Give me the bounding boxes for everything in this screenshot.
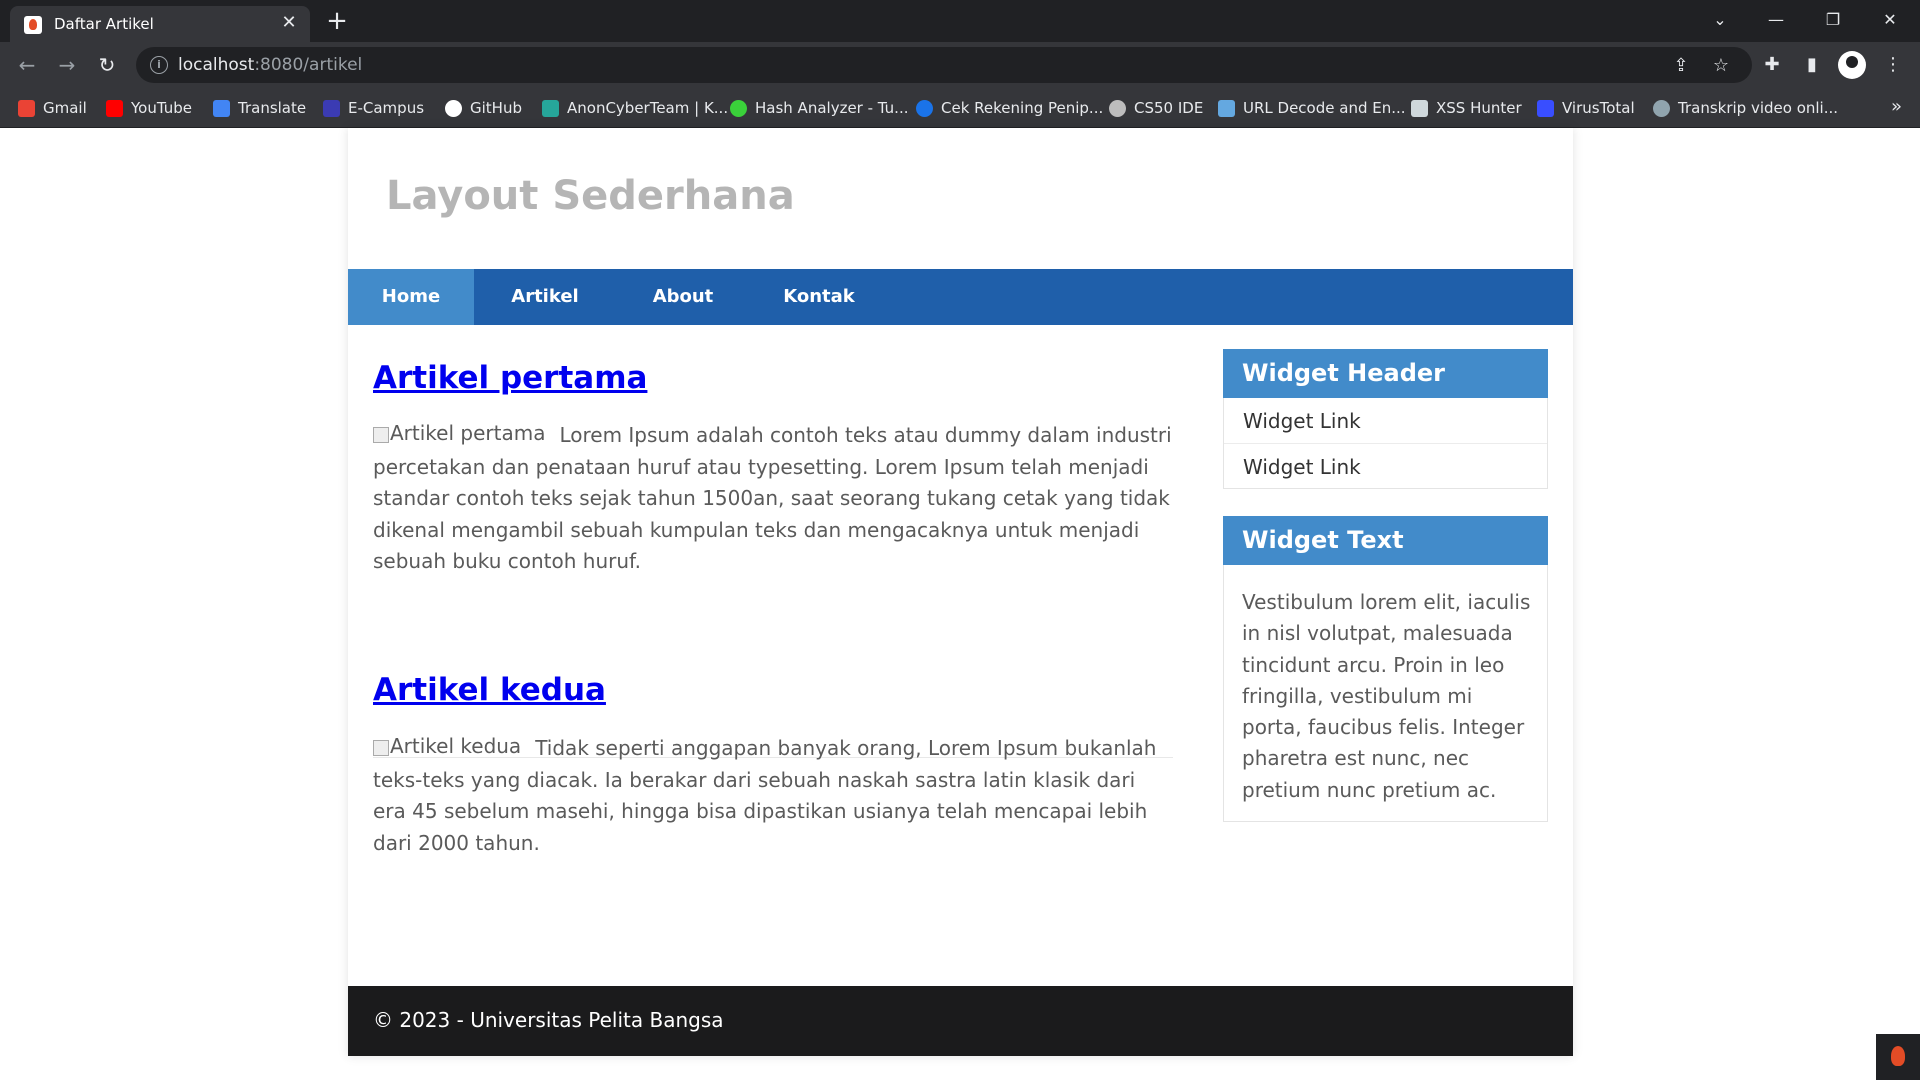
bookmark-label: URL Decode and En... [1243,99,1406,117]
bookmark-virustotal[interactable]: VirusTotal [1537,97,1635,119]
bookmark-label: XSS Hunter [1436,99,1522,117]
site-info-icon[interactable]: i [150,56,168,74]
side-panel-icon[interactable]: ▮ [1797,50,1827,80]
close-tab-icon[interactable]: ✕ [278,12,300,34]
bookmark-label: Hash Analyzer - Tu... [755,99,909,117]
bookmark-xss-hunter[interactable]: XSS Hunter [1411,97,1522,119]
share-icon[interactable]: ⇪ [1668,53,1694,79]
widget-text-body: Vestibulum lorem elit, iaculis in nisl v… [1242,590,1531,802]
article-body: Artikel pertama Lorem Ipsum adalah contoh… [373,420,1173,578]
bookmark-gmail[interactable]: Gmail [18,97,87,119]
bookmark-label: CS50 IDE [1134,99,1204,117]
bookmark-translate[interactable]: Translate [213,97,306,119]
nav-kontak[interactable]: Kontak [750,269,888,325]
ecampus-icon [323,99,340,117]
widget-header: Widget Header [1223,349,1548,398]
bookmark-github[interactable]: GitHub [445,97,522,119]
more-bookmarks-icon[interactable]: » [1891,96,1902,117]
nav-artikel[interactable]: Artikel [474,269,616,325]
browser-tab[interactable]: Daftar Artikel ✕ [10,6,310,42]
bookmark-youtube[interactable]: YouTube [106,97,192,119]
bookmark-anoncyberteam[interactable]: AnonCyberTeam | K... [542,97,728,119]
bookmark-label: Translate [238,99,307,117]
image-alt-text: Artikel pertama [390,421,546,445]
page-footer: © 2023 - Universitas Pelita Bangsa [348,986,1573,1056]
tab-search-dropdown-icon[interactable]: ⌄ [1700,6,1740,34]
hash-analyzer-icon [730,99,747,117]
bookmark-label: VirusTotal [1562,99,1635,117]
nav-home[interactable]: Home [348,269,474,325]
article-image: Artikel pertama [373,420,545,446]
widget-text-header: Widget Text [1223,516,1548,565]
codeigniter-favicon-icon [24,16,42,34]
profile-avatar[interactable] [1838,51,1866,79]
footer-copyright: © 2023 - Universitas Pelita Bangsa [373,1008,724,1032]
back-arrow-icon[interactable]: ← [12,50,42,80]
bookmark-transkrip[interactable]: Transkrip video onli... [1653,97,1838,119]
bookmark-label: Transkrip video onli... [1678,99,1839,117]
article-image: Artikel kedua [373,733,521,759]
transkrip-icon [1653,99,1670,117]
article-title-link[interactable]: Artikel kedua [373,672,606,708]
widget-link[interactable]: Widget Link [1224,398,1547,444]
youtube-icon [106,99,123,117]
minimize-window-button[interactable]: — [1756,6,1796,34]
restore-window-button[interactable]: ❐ [1813,6,1853,34]
virustotal-icon [1537,99,1554,117]
browser-toolbar: ← → ↻ i localhost:8080/artikel ⇪ ☆ ✚ ▮ ⋮ [0,42,1920,88]
site-title: Layout Sederhana [386,173,795,219]
reload-icon[interactable]: ↻ [92,50,122,80]
gmail-icon [18,99,35,117]
broken-image-icon [373,426,389,443]
cek-rekening-icon [916,99,933,117]
bookmark-label: GitHub [470,99,522,117]
address-url[interactable]: localhost:8080/artikel [178,55,362,75]
bookmark-label: AnonCyberTeam | K... [567,99,729,117]
bookmarks-bar: Gmail YouTube Translate E-Campus GitHub … [0,88,1920,128]
image-alt-text: Artikel kedua [390,734,522,758]
bookmark-label: E-Campus [348,99,425,117]
widget-links: Widget Header Widget Link Widget Link [1223,349,1548,489]
close-window-button[interactable]: ✕ [1870,6,1910,34]
bookmark-cs50-ide[interactable]: CS50 IDE [1109,97,1203,119]
translate-icon [213,99,230,117]
article-title-link[interactable]: Artikel pertama [373,360,647,396]
bookmark-url-decode[interactable]: URL Decode and En... [1218,97,1406,119]
address-bar[interactable]: i localhost:8080/artikel ⇪ ☆ [136,47,1752,83]
bookmark-cek-rekening[interactable]: Cek Rekening Penip... [916,97,1103,119]
url-path: :8080/artikel [254,55,363,75]
bookmark-label: Gmail [43,99,87,117]
forward-arrow-icon[interactable]: → [52,50,82,80]
browser-tab-strip: Daftar Artikel ✕ + ⌄ — ❐ ✕ [0,0,1920,42]
nav-about[interactable]: About [616,269,750,325]
widget-text: Widget Text Vestibulum lorem elit, iacul… [1223,516,1548,822]
bookmark-star-icon[interactable]: ☆ [1708,53,1734,79]
extensions-puzzle-icon[interactable]: ✚ [1757,50,1787,80]
url-host: localhost [178,55,255,75]
cs50-icon [1109,99,1126,117]
new-tab-button[interactable]: + [322,7,352,35]
tab-title: Daftar Artikel [54,15,154,33]
broken-image-icon [373,739,389,756]
bookmark-label: YouTube [131,99,192,117]
bookmark-ecampus[interactable]: E-Campus [323,97,424,119]
codeigniter-debug-toolbar-icon[interactable] [1876,1034,1920,1080]
bookmark-label: Cek Rekening Penip... [941,99,1104,117]
xss-hunter-icon [1411,99,1428,117]
github-icon [445,99,462,117]
bookmark-hash-analyzer[interactable]: Hash Analyzer - Tu... [730,97,908,119]
anoncyberteam-icon [542,99,559,117]
article-body: Artikel kedua Tidak seperti anggapan bany… [373,733,1173,859]
url-decode-icon [1218,99,1235,117]
page-container: Layout Sederhana Home Artikel About Kont… [348,128,1573,1056]
widget-link[interactable]: Widget Link [1224,444,1547,490]
main-nav: Home Artikel About Kontak [348,269,1573,325]
chrome-menu-icon[interactable]: ⋮ [1878,50,1908,80]
